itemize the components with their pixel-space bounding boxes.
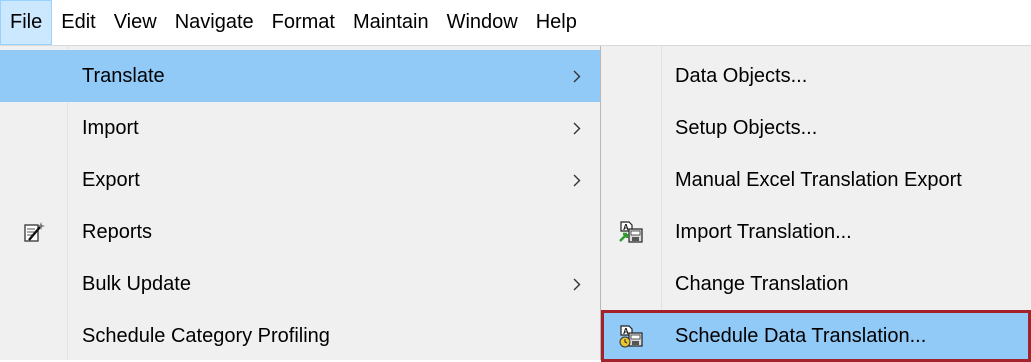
menu-item-label: Translate (82, 64, 165, 87)
submenu-item-label: Data Objects... (675, 64, 808, 87)
menu-item-label: Schedule Category Profiling (82, 324, 330, 347)
menu-item-export[interactable]: Export (0, 154, 600, 206)
chevron-right-icon (572, 277, 582, 291)
submenu-item-label: Change Translation (675, 272, 849, 295)
submenu-item-manual-excel-export[interactable]: Manual Excel Translation Export (601, 154, 1031, 206)
chevron-right-icon (572, 69, 582, 83)
chevron-right-icon (572, 173, 582, 187)
menu-file[interactable]: File (0, 0, 53, 45)
submenu-item-label: Schedule Data Translation... (675, 324, 927, 347)
submenu-item-label: Manual Excel Translation Export (675, 168, 962, 191)
menu-edit[interactable]: Edit (52, 0, 104, 45)
menu-item-translate[interactable]: Translate (0, 50, 600, 102)
import-translation-icon: A (617, 218, 645, 246)
menu-format[interactable]: Format (263, 0, 344, 45)
menu-help[interactable]: Help (527, 0, 586, 45)
menu-bar: File Edit View Navigate Format Maintain … (0, 0, 1031, 46)
svg-text:A: A (623, 223, 629, 232)
report-wizard-icon (22, 219, 48, 245)
file-dropdown: Translate Import Export Reports Bulk Upd… (0, 46, 601, 360)
menu-navigate[interactable]: Navigate (166, 0, 263, 45)
menu-item-import[interactable]: Import (0, 102, 600, 154)
menu-item-bulk-update[interactable]: Bulk Update (0, 258, 600, 310)
schedule-translation-icon: A (617, 322, 645, 350)
menu-item-label: Reports (82, 220, 153, 243)
submenu-item-change-translation[interactable]: Change Translation (601, 258, 1031, 310)
menu-view[interactable]: View (105, 0, 166, 45)
menu-item-reports[interactable]: Reports (0, 206, 600, 258)
menu-item-label: Import (82, 116, 139, 139)
submenu-item-import-translation[interactable]: A Import Translation... (601, 206, 1031, 258)
submenu-item-schedule-data-translation[interactable]: A Schedule Data Translation... (601, 310, 1031, 362)
submenu-item-data-objects[interactable]: Data Objects... (601, 50, 1031, 102)
translate-submenu: Data Objects... Setup Objects... Manual … (601, 46, 1031, 362)
svg-text:A: A (623, 327, 629, 336)
menu-window[interactable]: Window (438, 0, 527, 45)
menu-item-label: Export (82, 168, 140, 191)
menu-item-label: Bulk Update (82, 272, 191, 295)
menu-item-schedule-category-profiling[interactable]: Schedule Category Profiling (0, 310, 600, 362)
menu-maintain[interactable]: Maintain (344, 0, 438, 45)
submenu-item-label: Setup Objects... (675, 116, 818, 139)
submenu-item-setup-objects[interactable]: Setup Objects... (601, 102, 1031, 154)
submenu-item-label: Import Translation... (675, 220, 852, 243)
chevron-right-icon (572, 121, 582, 135)
